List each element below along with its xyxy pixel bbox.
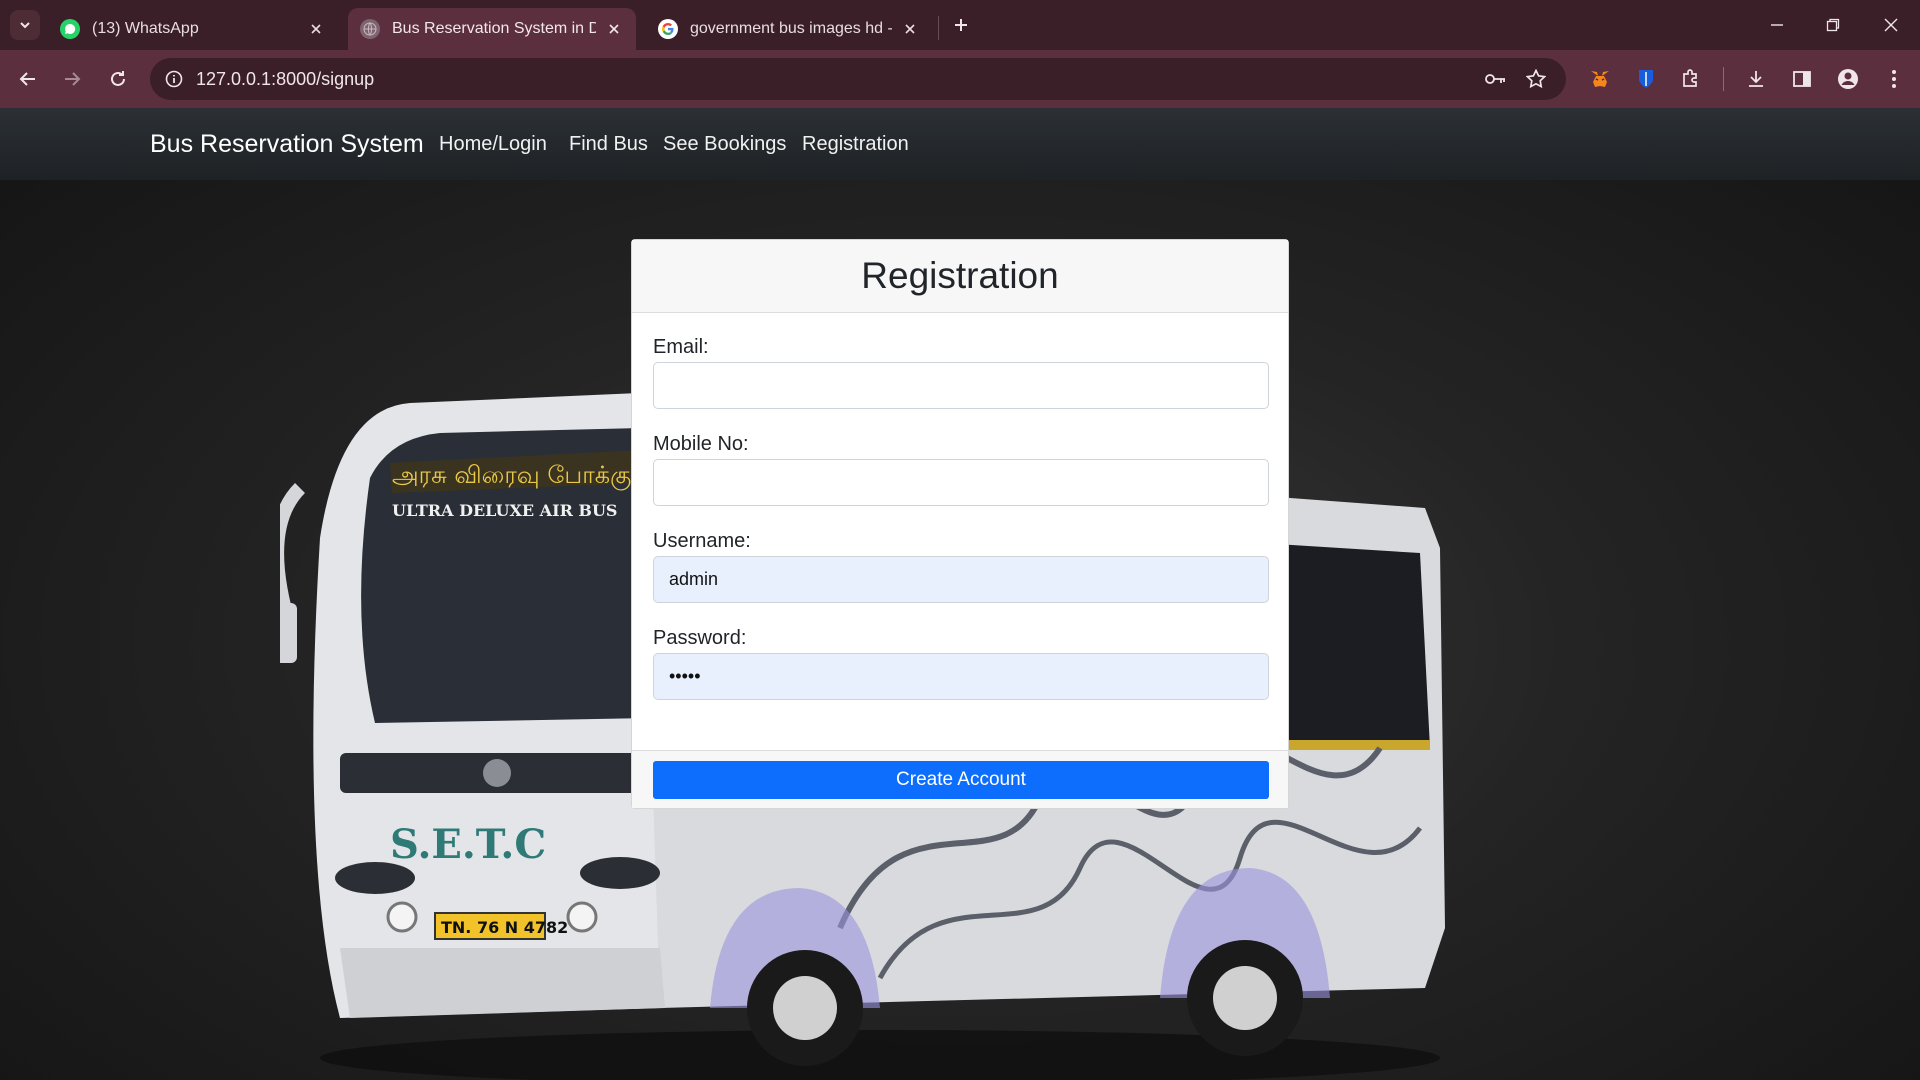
browser-toolbar: 127.0.0.1:8000/signup (0, 50, 1920, 108)
tab-separator (938, 16, 939, 40)
email-field[interactable] (653, 362, 1269, 409)
download-icon[interactable] (1740, 63, 1772, 95)
nav-link-see-bookings[interactable]: See Bookings (663, 133, 786, 156)
profile-icon[interactable] (1832, 63, 1864, 95)
menu-kebab-icon[interactable] (1878, 63, 1910, 95)
star-icon[interactable] (1522, 65, 1550, 93)
username-label: Username: (653, 530, 751, 552)
card-footer: Create Account (632, 750, 1288, 808)
tab-bus-reservation[interactable]: Bus Reservation System in Djan (348, 8, 636, 50)
google-icon (658, 19, 678, 39)
close-icon[interactable] (604, 19, 624, 39)
mobile-label: Mobile No: (653, 433, 749, 455)
form-title: Registration (861, 255, 1059, 296)
username-field[interactable]: admin (653, 556, 1269, 603)
tab-google-images[interactable]: government bus images hd - Go (646, 8, 932, 50)
whatsapp-icon (60, 19, 80, 39)
nav-link-registration[interactable]: Registration (802, 133, 909, 156)
create-account-button[interactable]: Create Account (653, 761, 1269, 799)
new-tab-button[interactable] (948, 12, 974, 38)
key-icon[interactable] (1482, 65, 1510, 93)
globe-icon (360, 19, 380, 39)
nav-link-home-login[interactable]: Home/Login (439, 133, 547, 156)
extensions-icon[interactable] (1674, 63, 1706, 95)
url-text[interactable]: 127.0.0.1:8000/signup (196, 69, 374, 90)
side-panel-icon[interactable] (1786, 63, 1818, 95)
email-label: Email: (653, 336, 709, 358)
site-info-icon[interactable] (160, 65, 188, 93)
bitwarden-icon[interactable] (1630, 63, 1662, 95)
chevron-down-icon (20, 22, 30, 29)
reload-icon (111, 71, 125, 86)
arrow-right-icon (65, 72, 81, 86)
forward-button[interactable] (56, 63, 88, 95)
close-icon[interactable] (306, 19, 326, 39)
tab-search-button[interactable] (10, 10, 40, 40)
plus-icon (955, 19, 967, 31)
back-button[interactable] (12, 63, 44, 95)
nav-link-find-bus[interactable]: Find Bus (569, 133, 648, 156)
minimize-button[interactable] (1762, 10, 1792, 40)
minimize-icon (1771, 24, 1783, 26)
close-icon[interactable] (900, 19, 920, 39)
close-icon (1884, 18, 1898, 32)
site-brand[interactable]: Bus Reservation System (150, 130, 424, 159)
browser-tab-strip: (13) WhatsApp Bus Reservation System in … (0, 0, 1920, 50)
restore-button[interactable] (1818, 10, 1848, 40)
tab-title: (13) WhatsApp (92, 20, 199, 37)
reload-button[interactable] (102, 63, 134, 95)
metamask-icon[interactable] (1584, 63, 1616, 95)
tab-title: Bus Reservation System in Djan (392, 20, 596, 37)
bus-subtext: ULTRA DELUXE AIR BUS (392, 501, 617, 520)
bus-operator-logo: S.E.T.C (390, 821, 546, 868)
bus-license-plate: TN. 76 N 4782 (441, 918, 568, 937)
page-viewport: அரசு விரைவு போக்குவரத்து ULTRA DELUXE AI… (0, 108, 1920, 1080)
password-field[interactable]: ••••• (653, 653, 1269, 700)
close-window-button[interactable] (1876, 10, 1906, 40)
tab-whatsapp[interactable]: (13) WhatsApp (48, 8, 338, 50)
arrow-left-icon (19, 72, 35, 86)
address-bar[interactable]: 127.0.0.1:8000/signup (150, 58, 1566, 100)
mobile-field[interactable] (653, 459, 1269, 506)
registration-card: Registration Email: Mobile No: Username:… (631, 239, 1289, 809)
tab-title: government bus images hd - Go (690, 20, 892, 37)
card-header: Registration (632, 240, 1288, 313)
toolbar-divider (1723, 67, 1724, 91)
restore-icon (1826, 18, 1840, 32)
password-label: Password: (653, 627, 747, 649)
site-navbar: Bus Reservation System Home/Login Find B… (0, 108, 1920, 180)
